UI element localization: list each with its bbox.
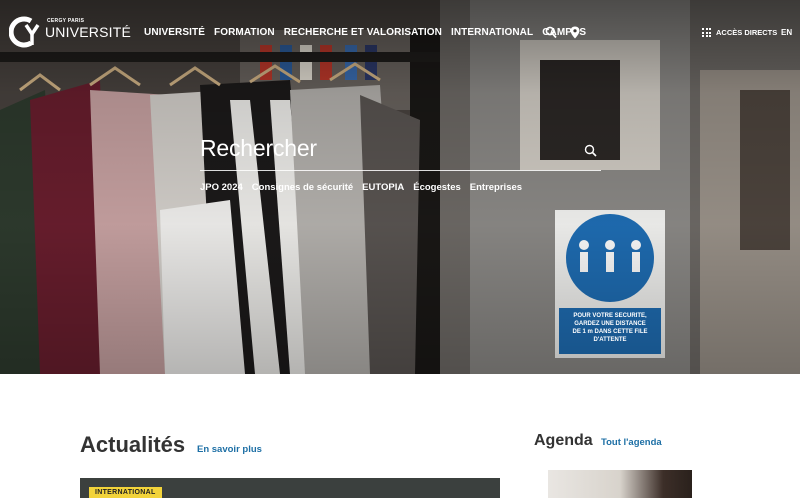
quick-link-entreprises[interactable]: Entreprises — [470, 182, 522, 193]
university-logo[interactable]: CERGY PARIS UNIVERSITÉ — [9, 15, 131, 49]
sign-line: DE 1 m DANS CETTE FILE — [572, 329, 648, 335]
site-header: CERGY PARIS UNIVERSITÉ UNIVERSITÉ FORMAT… — [0, 0, 800, 66]
nav-item-recherche[interactable]: RECHERCHE ET VALORISATION — [284, 27, 442, 38]
sign-line: GARDEZ UNE DISTANCE — [574, 321, 646, 327]
agenda-card-image[interactable] — [548, 470, 692, 498]
grid-icon — [702, 28, 711, 37]
quick-link-securite[interactable]: Consignes de sécurité — [252, 182, 353, 193]
sign-line: D'ATTENTE — [593, 337, 627, 343]
news-section-title: Actualités — [80, 432, 186, 457]
quick-link-ecogestes[interactable]: Écogestes — [413, 182, 461, 193]
logo-title: UNIVERSITÉ — [45, 24, 132, 40]
search-input[interactable]: Rechercher — [200, 135, 601, 171]
sign-line: POUR VOTRE SECURITE, — [573, 313, 647, 319]
agenda-more-link[interactable]: Tout l'agenda — [601, 437, 662, 448]
acces-directs-label: ACCÈS DIRECTS — [716, 28, 778, 37]
language-switch[interactable]: EN — [781, 28, 792, 37]
nav-item-formation[interactable]: FORMATION — [214, 27, 275, 38]
quick-links: JPO 2024 Consignes de sécurité EUTOPIA É… — [200, 182, 522, 193]
agenda-section-title: Agenda — [534, 432, 593, 449]
quick-link-jpo[interactable]: JPO 2024 — [200, 182, 243, 193]
acces-directs-button[interactable]: ACCÈS DIRECTS — [702, 28, 777, 37]
nav-item-international[interactable]: INTERNATIONAL — [451, 27, 533, 38]
cy-logo-icon — [9, 16, 40, 48]
main-nav: UNIVERSITÉ FORMATION RECHERCHE ET VALORI… — [144, 27, 586, 38]
hero-banner: POUR VOTRE SECURITE, GARDEZ UNE DISTANCE… — [0, 0, 800, 374]
quick-link-eutopia[interactable]: EUTOPIA — [362, 182, 404, 193]
map-pin-icon[interactable] — [569, 26, 581, 39]
search-icon[interactable] — [584, 144, 597, 157]
category-tag: INTERNATIONAL — [89, 487, 162, 498]
search-icon[interactable] — [545, 26, 557, 39]
news-more-link[interactable]: En savoir plus — [197, 444, 262, 455]
news-card[interactable]: INTERNATIONAL — [80, 478, 500, 498]
search-placeholder: Rechercher — [200, 135, 317, 161]
safety-sign-text: POUR VOTRE SECURITE, GARDEZ UNE DISTANCE… — [561, 312, 659, 344]
nav-item-universite[interactable]: UNIVERSITÉ — [144, 27, 205, 38]
